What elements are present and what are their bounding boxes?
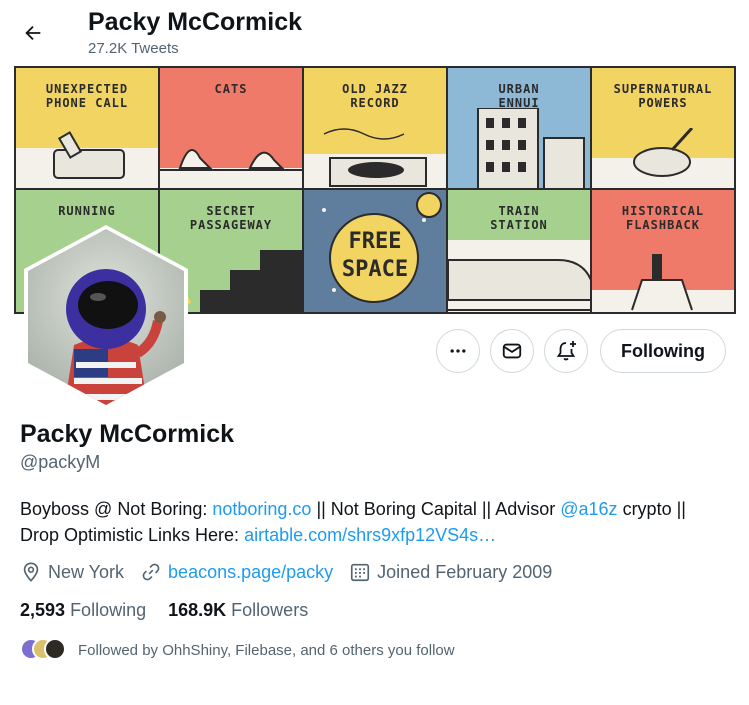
bio-text: || Not Boring Capital || Advisor bbox=[311, 499, 561, 519]
followed-by[interactable]: Followed by OhhShiny, Filebase, and 6 ot… bbox=[20, 638, 455, 662]
bio-link-notboring[interactable]: notboring.co bbox=[212, 499, 311, 519]
followers-count: 168.9K bbox=[168, 600, 227, 620]
user-handle: @packyM bbox=[20, 452, 101, 472]
banner-tile: HISTORICAL FLASHBACK bbox=[590, 188, 736, 314]
calendar-icon bbox=[351, 563, 370, 582]
profile-avatar[interactable] bbox=[14, 225, 198, 409]
more-icon bbox=[450, 349, 466, 353]
following-count: 2,593 bbox=[20, 600, 66, 620]
banner-tile: TRAIN STATION bbox=[446, 188, 592, 314]
website-link[interactable]: beacons.page/packy bbox=[168, 562, 333, 583]
bio-mention-a16z[interactable]: @a16z bbox=[560, 499, 617, 519]
profile-meta: New York beacons.page/packy Joined Febru… bbox=[20, 558, 568, 586]
banner-tile: OLD JAZZ RECORD bbox=[302, 66, 448, 190]
follow-stats: 2,593 Following 168.9K Followers bbox=[20, 600, 330, 621]
location-text: New York bbox=[48, 561, 125, 582]
banner-tile: SUPERNATURAL POWERS bbox=[590, 66, 736, 190]
banner-tile: FREE SPACE bbox=[302, 188, 448, 314]
location: New York bbox=[20, 561, 124, 583]
follower-avatar bbox=[44, 638, 66, 660]
notifications-button[interactable] bbox=[544, 329, 588, 373]
bio: Boyboss @ Not Boring: notboring.co || No… bbox=[20, 496, 720, 548]
follower-avatars bbox=[20, 638, 66, 662]
tweet-count: 27.2K Tweets bbox=[88, 40, 179, 57]
following-button[interactable]: Following bbox=[600, 329, 726, 373]
bio-text: Boyboss @ Not Boring: bbox=[20, 499, 213, 519]
website[interactable]: beacons.page/packy bbox=[140, 561, 333, 583]
envelope-icon bbox=[502, 343, 522, 359]
bio-link-airtable[interactable]: airtable.com/shrs9xfp12VS4s… bbox=[244, 525, 496, 545]
joined-text: Joined February 2009 bbox=[377, 561, 553, 582]
joined-date: Joined February 2009 bbox=[349, 561, 552, 583]
banner-tile: URBAN ENNUI bbox=[446, 66, 592, 190]
message-button[interactable] bbox=[490, 329, 534, 373]
following-label: Following bbox=[70, 600, 147, 620]
more-button[interactable] bbox=[436, 329, 480, 373]
following-count-link[interactable]: 2,593 Following bbox=[20, 600, 146, 621]
display-name: Packy McCormick bbox=[20, 420, 235, 448]
banner-tile: UNEXPECTED PHONE CALL bbox=[14, 66, 160, 190]
arrow-left-icon bbox=[25, 25, 41, 41]
link-icon bbox=[142, 563, 160, 581]
bell-plus-icon bbox=[556, 341, 576, 361]
banner-tile: CATS bbox=[158, 66, 304, 190]
back-button[interactable] bbox=[16, 16, 50, 50]
followers-count-link[interactable]: 168.9K Followers bbox=[168, 600, 308, 621]
location-pin-icon bbox=[23, 562, 39, 582]
header-title: Packy McCormick bbox=[88, 8, 303, 36]
followers-label: Followers bbox=[231, 600, 309, 620]
top-bar: Packy McCormick 27.2K Tweets bbox=[0, 0, 749, 66]
followed-by-text: Followed by OhhShiny, Filebase, and 6 ot… bbox=[78, 641, 455, 659]
